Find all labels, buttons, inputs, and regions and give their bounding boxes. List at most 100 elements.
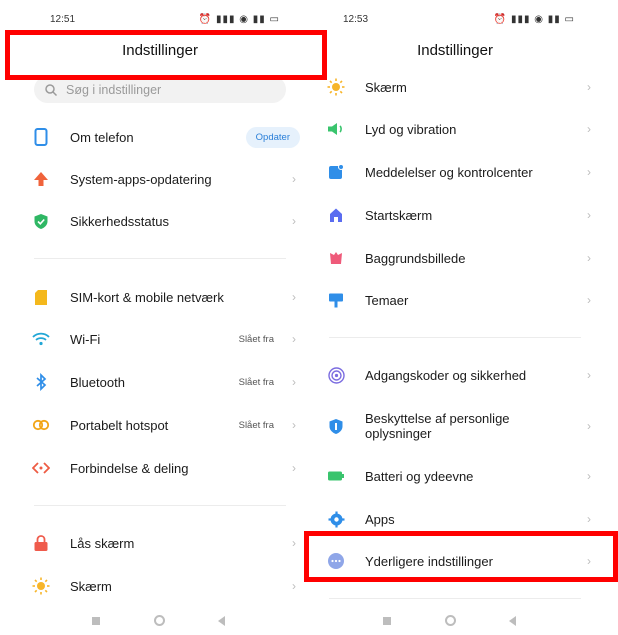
bluetooth-icon <box>32 373 50 391</box>
hotspot-status-value: Slået fra <box>238 419 274 431</box>
chevron-right-icon: › <box>292 290 296 304</box>
back-button[interactable] <box>218 616 225 626</box>
settings-item-wallpaper[interactable]: Baggrundsbillede › <box>305 237 605 279</box>
settings-item-display[interactable]: Skærm › <box>10 565 310 607</box>
settings-item-sim-mobile-networks[interactable]: SIM-kort & mobile netværk › <box>10 276 310 318</box>
status-time: 12:51 <box>50 14 76 25</box>
chevron-right-icon: › <box>292 579 296 593</box>
settings-item-wifi[interactable]: Wi-Fi Slået fra › <box>10 318 310 360</box>
settings-item-battery-performance[interactable]: Batteri og ydeevne › <box>305 455 605 497</box>
chevron-right-icon: › <box>292 461 296 475</box>
settings-item-portable-hotspot[interactable]: Portabelt hotspot Slået fra › <box>10 404 310 446</box>
page-title: Indstillinger <box>417 42 493 59</box>
chevron-right-icon: › <box>587 554 591 568</box>
settings-item-security-status[interactable]: Sikkerhedsstatus › <box>10 200 310 242</box>
chevron-right-icon: › <box>292 172 296 186</box>
chevron-right-icon: › <box>292 418 296 432</box>
settings-item-label: Yderligere indstillinger <box>365 553 493 569</box>
status-icons: ⏰ ▮▮▮ ◉ ▮▮ ▭ <box>198 14 280 25</box>
chevron-right-icon: › <box>292 332 296 346</box>
chevron-right-icon: › <box>587 419 591 433</box>
status-bar: 12:51 ⏰ ▮▮▮ ◉ ▮▮ ▭ <box>10 12 310 28</box>
sun-icon <box>327 78 345 96</box>
back-button[interactable] <box>509 616 516 626</box>
hotspot-icon <box>32 416 50 434</box>
bluetooth-status-value: Slået fra <box>238 376 274 388</box>
settings-item-label: System-apps-opdatering <box>70 171 212 187</box>
settings-item-label: Wi-Fi <box>70 331 101 347</box>
settings-item-lock-screen[interactable]: Lås skærm › <box>10 522 310 564</box>
lock-icon <box>32 534 50 552</box>
connection-sharing-icon <box>32 459 50 477</box>
speaker-icon <box>327 120 345 138</box>
settings-item-bluetooth[interactable]: Bluetooth Slået fra › <box>10 361 310 403</box>
chevron-right-icon: › <box>587 208 591 222</box>
section-divider <box>34 258 286 259</box>
settings-item-label: Adgangskoder og sikkerhed <box>365 367 527 383</box>
settings-item-label: Lås skærm <box>70 535 135 551</box>
navigation-bar <box>305 615 605 635</box>
settings-item-label: Om telefon <box>70 129 134 145</box>
settings-item-label: Portabelt hotspot <box>70 417 169 433</box>
settings-item-label: Apps <box>365 511 395 527</box>
right-settings-screen: 12:53 ⏰ ▮▮▮ ◉ ▮▮ ▭ Indstillinger Skærm ›… <box>305 0 605 635</box>
chevron-right-icon: › <box>587 512 591 526</box>
settings-item-notifications-control-center[interactable]: Meddelelser og kontrolcenter › <box>305 151 605 193</box>
settings-item-label: Skærm <box>70 578 112 594</box>
settings-item-about-phone[interactable]: Om telefon Opdater <box>10 116 310 158</box>
arrow-up-icon <box>32 170 50 188</box>
settings-item-additional-settings[interactable]: Yderligere indstillinger › <box>305 540 605 582</box>
settings-item-label: Meddelelser og kontrolcenter <box>365 164 533 180</box>
search-bar[interactable] <box>34 76 286 103</box>
settings-item-label: SIM-kort & mobile netværk <box>70 289 224 305</box>
status-time: 12:53 <box>343 14 369 25</box>
settings-item-passwords-security[interactable]: Adgangskoder og sikkerhed › <box>305 354 605 396</box>
settings-item-home-screen[interactable]: Startskærm › <box>305 194 605 236</box>
sun-icon <box>32 577 50 595</box>
section-divider <box>329 598 581 599</box>
chevron-right-icon: › <box>587 469 591 483</box>
sim-card-icon <box>32 288 50 306</box>
privacy-icon <box>327 417 345 435</box>
home-icon <box>327 206 345 224</box>
settings-item-label: Batteri og ydeevne <box>365 468 474 484</box>
settings-item-apps[interactable]: Apps › <box>305 498 605 540</box>
chevron-right-icon: › <box>587 122 591 136</box>
chevron-right-icon: › <box>587 251 591 265</box>
notification-icon <box>327 163 345 181</box>
chevron-right-icon: › <box>292 536 296 550</box>
chevron-right-icon: › <box>292 214 296 228</box>
settings-item-sound-vibration[interactable]: Lyd og vibration › <box>305 108 605 150</box>
search-input[interactable] <box>64 81 268 98</box>
more-dots-icon <box>327 552 345 570</box>
settings-item-system-apps-update[interactable]: System-apps-opdatering › <box>10 158 310 200</box>
settings-item-label: Beskyttelse af personlige oplysninger <box>365 411 510 441</box>
settings-item-label: Sikkerhedsstatus <box>70 213 169 229</box>
recents-button[interactable] <box>383 617 391 625</box>
settings-item-display[interactable]: Skærm › <box>305 66 605 108</box>
settings-item-label: Baggrundsbillede <box>365 250 466 266</box>
wifi-icon <box>32 330 50 348</box>
navigation-bar <box>10 615 310 635</box>
chevron-right-icon: › <box>587 165 591 179</box>
settings-item-label: Forbindelse & deling <box>70 460 189 476</box>
settings-item-themes[interactable]: Temaer › <box>305 279 605 321</box>
section-divider <box>329 337 581 338</box>
chevron-right-icon: › <box>587 368 591 382</box>
home-button[interactable] <box>154 615 165 626</box>
settings-item-privacy-protection[interactable]: Beskyttelse af personlige oplysninger › <box>305 398 605 454</box>
chevron-right-icon: › <box>292 375 296 389</box>
chevron-right-icon: › <box>587 293 591 307</box>
settings-item-connection-sharing[interactable]: Forbindelse & deling › <box>10 447 310 489</box>
home-button[interactable] <box>445 615 456 626</box>
status-bar: 12:53 ⏰ ▮▮▮ ◉ ▮▮ ▭ <box>305 12 605 28</box>
page-title: Indstillinger <box>122 42 198 59</box>
recents-button[interactable] <box>92 617 100 625</box>
settings-item-label: Temaer <box>365 292 409 308</box>
section-divider <box>34 505 286 506</box>
update-badge-button[interactable]: Opdater <box>245 126 300 148</box>
chevron-right-icon: › <box>587 80 591 94</box>
fingerprint-icon <box>327 366 345 384</box>
settings-item-label: Skærm <box>365 79 407 95</box>
settings-item-label: Startskærm <box>365 207 433 223</box>
